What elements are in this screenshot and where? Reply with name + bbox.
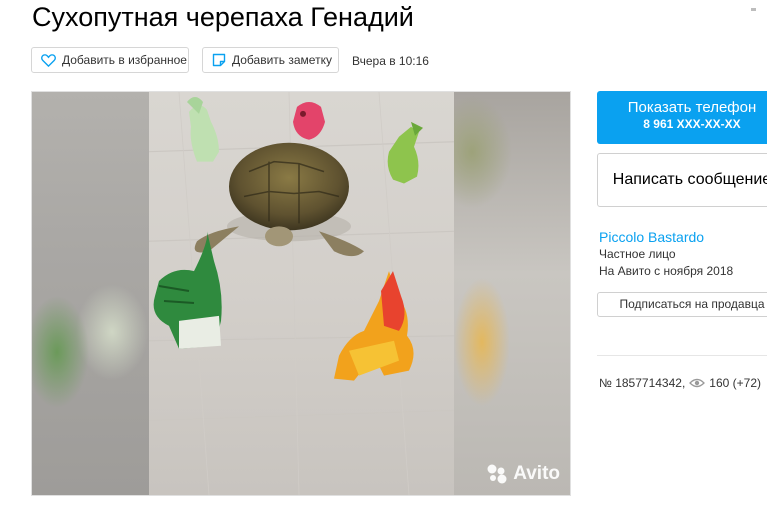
photo-gallery[interactable]: Avito bbox=[31, 91, 571, 496]
item-number: № 1857714342, bbox=[599, 376, 686, 390]
gallery-blur-left bbox=[32, 92, 149, 495]
write-message-button[interactable]: Написать сообщение bbox=[597, 153, 767, 207]
seller-since: На Авито с ноября 2018 bbox=[599, 264, 734, 278]
subscribe-seller-button[interactable]: Подписаться на продавца bbox=[597, 292, 767, 317]
show-phone-button[interactable]: Показать телефон 8 961 XXX-XX-XX bbox=[597, 91, 767, 144]
avito-logo-icon bbox=[487, 464, 507, 484]
add-to-favorites-label: Добавить в избранное bbox=[62, 53, 187, 67]
listing-stats: № 1857714342, 160 (+72) bbox=[599, 376, 761, 390]
seller-type: Частное лицо bbox=[599, 247, 676, 261]
note-icon bbox=[212, 53, 226, 67]
sidebar-divider bbox=[597, 355, 767, 356]
eye-icon bbox=[689, 378, 706, 388]
show-phone-label: Показать телефон bbox=[627, 99, 757, 116]
views-count: 160 (+72) bbox=[709, 376, 761, 390]
seller-name-link[interactable]: Piccolo Bastardo bbox=[599, 229, 704, 245]
watermark-label: Avito bbox=[513, 463, 560, 484]
main-photo[interactable] bbox=[149, 92, 454, 495]
page-title: Сухопутная черепаха Генадий bbox=[32, 2, 414, 32]
posted-date: Вчера в 10:16 bbox=[352, 54, 429, 68]
seller-sidebar: Показать телефон 8 961 XXX-XX-XX Написат… bbox=[597, 0, 767, 511]
add-note-label: Добавить заметку bbox=[232, 53, 332, 67]
add-to-favorites-button[interactable]: Добавить в избранное bbox=[31, 47, 189, 73]
gallery-blur-right bbox=[452, 92, 570, 495]
phone-number-masked: 8 961 XXX-XX-XX bbox=[643, 117, 741, 131]
add-note-button[interactable]: Добавить заметку bbox=[202, 47, 339, 73]
avito-watermark: Avito bbox=[486, 463, 560, 485]
heart-icon bbox=[41, 53, 56, 67]
